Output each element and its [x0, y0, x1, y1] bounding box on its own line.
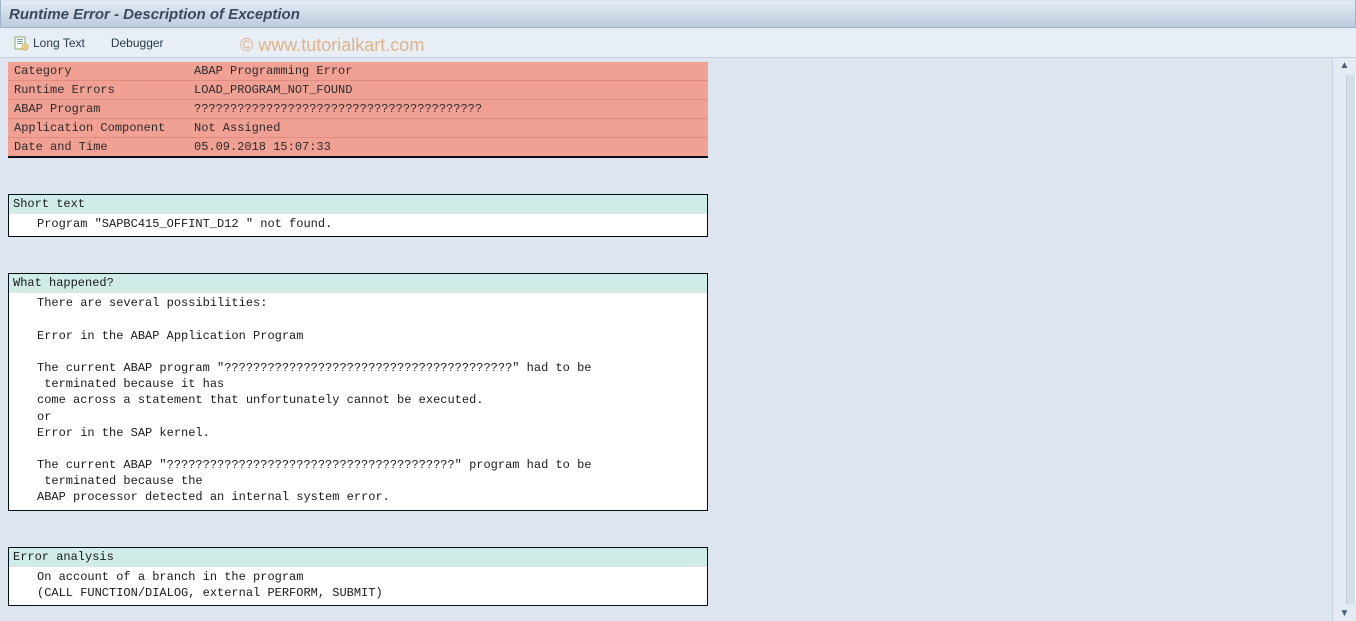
- dump-content-area[interactable]: CategoryABAP Programming ErrorRuntime Er…: [0, 58, 1332, 621]
- dump-section: Short textProgram "SAPBC415_OFFINT_D12 "…: [8, 194, 708, 237]
- section-body: On account of a branch in the program (C…: [9, 567, 707, 605]
- header-row-value: 05.09.2018 15:07:33: [188, 138, 708, 158]
- header-row: ABAP Program????????????????????????????…: [8, 100, 708, 119]
- application-toolbar: Long Text Debugger: [0, 28, 1356, 58]
- section-header: What happened?: [9, 274, 707, 293]
- header-row: CategoryABAP Programming Error: [8, 62, 708, 81]
- dump-section: What happened?There are several possibil…: [8, 273, 708, 510]
- header-row: Date and Time05.09.2018 15:07:33: [8, 138, 708, 158]
- header-row-value: Not Assigned: [188, 119, 708, 138]
- long-text-label: Long Text: [33, 36, 85, 50]
- error-header-table: CategoryABAP Programming ErrorRuntime Er…: [8, 62, 708, 158]
- header-row: Runtime ErrorsLOAD_PROGRAM_NOT_FOUND: [8, 81, 708, 100]
- window-titlebar: Runtime Error - Description of Exception: [0, 0, 1356, 28]
- debugger-label: Debugger: [111, 36, 164, 50]
- scroll-down-arrow[interactable]: ▼: [1336, 608, 1354, 619]
- dump-section: Error analysisOn account of a branch in …: [8, 547, 708, 606]
- scrollbar-track[interactable]: [1346, 75, 1356, 604]
- section-body: There are several possibilities: Error i…: [9, 293, 707, 509]
- section-body: Program "SAPBC415_OFFINT_D12 " not found…: [9, 214, 707, 236]
- header-row-label: ABAP Program: [8, 100, 188, 119]
- header-row: Application ComponentNot Assigned: [8, 119, 708, 138]
- header-row-label: Category: [8, 62, 188, 81]
- header-row-value: ????????????????????????????????????????: [188, 100, 708, 119]
- header-row-label: Date and Time: [8, 138, 188, 158]
- vertical-scrollbar[interactable]: ▲ ▼: [1332, 58, 1356, 621]
- section-header: Short text: [9, 195, 707, 214]
- long-text-icon: [13, 35, 29, 51]
- header-row-label: Runtime Errors: [8, 81, 188, 100]
- window-title: Runtime Error - Description of Exception: [9, 6, 300, 23]
- debugger-button[interactable]: Debugger: [104, 33, 171, 53]
- long-text-button[interactable]: Long Text: [6, 32, 92, 54]
- sap-gui-window: Runtime Error - Description of Exception…: [0, 0, 1356, 621]
- header-row-value: LOAD_PROGRAM_NOT_FOUND: [188, 81, 708, 100]
- header-row-value: ABAP Programming Error: [188, 62, 708, 81]
- section-header: Error analysis: [9, 548, 707, 567]
- scroll-up-arrow[interactable]: ▲: [1336, 60, 1354, 71]
- header-row-label: Application Component: [8, 119, 188, 138]
